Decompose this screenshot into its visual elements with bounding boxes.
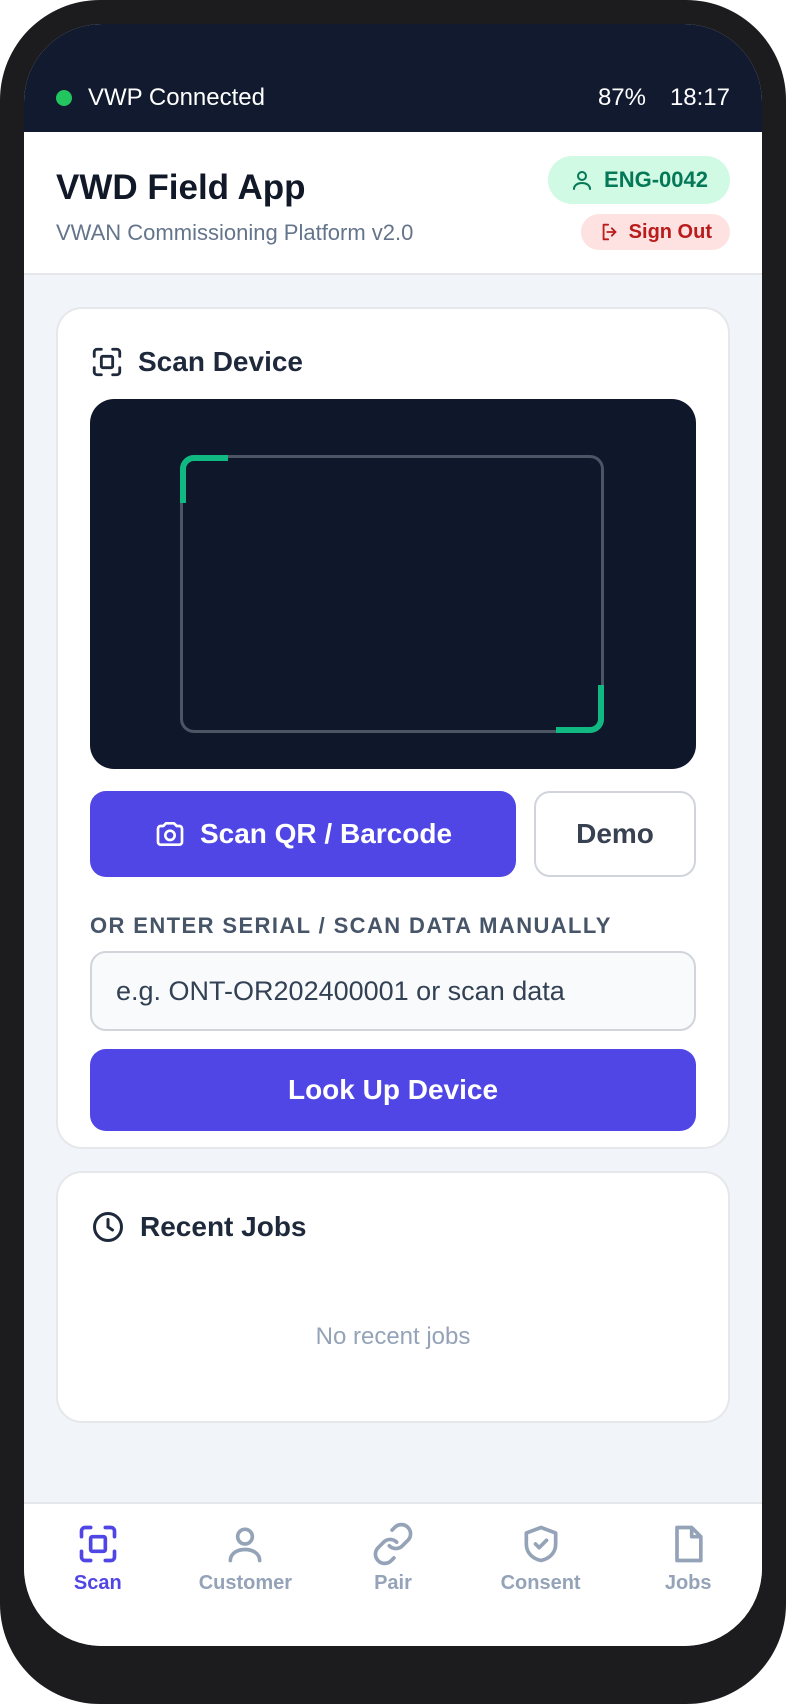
bottom-navigation: Scan Customer Pair Consent Jobs	[24, 1502, 762, 1646]
demo-button[interactable]: Demo	[534, 791, 696, 877]
scan-card-header: Scan Device	[90, 345, 303, 379]
nav-label: Customer	[198, 1572, 293, 1594]
scan-device-card: Scan Device Scan QR / Barcode Demo OR EN…	[56, 307, 730, 1149]
scan-corner-bottom-right	[556, 685, 604, 733]
sign-out-button[interactable]: Sign Out	[580, 214, 730, 250]
serial-input[interactable]	[90, 951, 696, 1031]
connection-status-dot	[56, 90, 72, 106]
recent-jobs-card: Recent Jobs No recent jobs	[56, 1171, 730, 1423]
manual-entry-label: OR ENTER SERIAL / SCAN DATA MANUALLY	[90, 913, 612, 938]
user-id: ENG-0042	[604, 167, 708, 192]
battery-level: 87%	[597, 84, 646, 111]
app-header: VWD Field App VWAN Commissioning Platfor…	[24, 132, 762, 275]
look-up-device-button[interactable]: Look Up Device	[90, 1049, 696, 1131]
nav-label: Jobs	[664, 1572, 712, 1594]
link-icon	[373, 1522, 413, 1566]
camera-icon	[156, 822, 184, 846]
user-icon	[573, 171, 592, 190]
empty-jobs-message: No recent jobs	[315, 1323, 471, 1350]
app-screen: VWP Connected 87% 18:17 VWD Field App VW…	[24, 24, 762, 1646]
logout-icon	[602, 223, 617, 241]
phone-frame: VWP Connected 87% 18:17 VWD Field App VW…	[0, 0, 786, 1704]
clock-icon	[93, 1212, 123, 1242]
document-icon	[675, 1525, 703, 1563]
scan-button-label: Scan QR / Barcode	[199, 818, 453, 849]
user-badge[interactable]: ENG-0042	[548, 156, 730, 204]
shield-check-icon	[524, 1525, 558, 1563]
connection-status-label: VWP Connected	[88, 84, 265, 111]
app-subtitle: VWAN Commissioning Platform v2.0	[56, 220, 414, 245]
nav-item-consent[interactable]: Consent	[467, 1504, 615, 1646]
scan-icon	[79, 1525, 117, 1563]
nav-item-scan[interactable]: Scan	[24, 1504, 172, 1646]
user-icon	[228, 1527, 262, 1563]
scan-icon	[92, 347, 122, 377]
clock: 18:17	[669, 84, 730, 111]
nav-label: Scan	[73, 1572, 122, 1594]
scan-card-title: Scan Device	[138, 346, 303, 377]
nav-item-pair[interactable]: Pair	[319, 1504, 467, 1646]
scan-qr-barcode-button[interactable]: Scan QR / Barcode	[90, 791, 516, 877]
nav-item-customer[interactable]: Customer	[172, 1504, 320, 1646]
nav-item-jobs[interactable]: Jobs	[614, 1504, 762, 1646]
nav-label: Pair	[374, 1572, 412, 1594]
camera-viewfinder	[90, 399, 696, 769]
status-bar: VWP Connected 87% 18:17	[24, 24, 762, 132]
nav-label: Consent	[500, 1572, 581, 1594]
app-title: VWD Field App	[56, 168, 306, 207]
jobs-card-title: Recent Jobs	[140, 1211, 307, 1242]
jobs-card-header: Recent Jobs	[90, 1209, 307, 1245]
scan-target-frame	[180, 455, 604, 733]
scan-corner-top-left	[180, 455, 228, 503]
sign-out-label: Sign Out	[628, 220, 712, 243]
